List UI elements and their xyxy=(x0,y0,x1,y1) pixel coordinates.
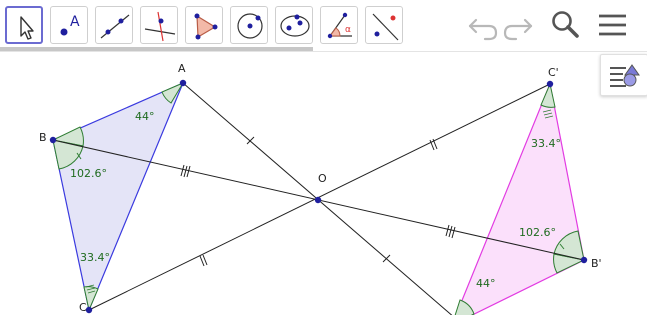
style-bar-icon xyxy=(610,64,640,87)
undo-button[interactable] xyxy=(463,6,501,44)
redo-button[interactable] xyxy=(500,6,538,44)
angle-label-c-image: 33.4° xyxy=(531,137,561,150)
point-o-label: O xyxy=(318,172,327,185)
undo-icon xyxy=(468,18,498,41)
polygon-tool-button[interactable] xyxy=(185,6,223,44)
angle-tool-icon: α xyxy=(327,12,352,39)
conic-tool-icon xyxy=(280,14,310,37)
angle-label-b: 102.6° xyxy=(70,167,107,180)
search-button[interactable] xyxy=(547,6,585,44)
point-c[interactable] xyxy=(85,306,93,314)
angle-label-a-image: 44° xyxy=(476,277,496,290)
redo-icon xyxy=(503,18,533,41)
circle-tool-icon xyxy=(237,13,263,39)
reflect-tool-button[interactable] xyxy=(365,6,403,44)
point-b[interactable] xyxy=(49,136,57,144)
toolbar: A α xyxy=(0,0,647,51)
point-tool-button[interactable]: A xyxy=(50,6,88,44)
menu-button[interactable] xyxy=(594,6,632,44)
menu-icon xyxy=(599,14,626,36)
search-icon xyxy=(552,11,579,38)
angle-tool-glyph: α xyxy=(345,25,351,35)
conic-tool-button[interactable] xyxy=(275,6,313,44)
perpendicular-line-tool-icon xyxy=(144,11,176,42)
angle-label-c: 33.4° xyxy=(80,251,110,264)
point-a[interactable] xyxy=(179,79,187,87)
point-tool-icon: A xyxy=(60,14,80,36)
point-o[interactable] xyxy=(314,196,322,204)
point-b-image-label: B' xyxy=(591,257,602,270)
point-b-label: B xyxy=(39,131,47,144)
point-c-label: C xyxy=(79,301,87,314)
triangle-abc[interactable] xyxy=(52,81,185,313)
move-tool-button[interactable] xyxy=(5,6,43,44)
angle-label-a: 44° xyxy=(135,110,155,123)
triangle-abc-image[interactable] xyxy=(452,81,585,315)
point-a-label: A xyxy=(178,62,186,75)
circle-tool-button[interactable] xyxy=(230,6,268,44)
polygon-tool-icon xyxy=(194,13,218,40)
reflect-tool-icon xyxy=(372,13,399,41)
point-b-image[interactable] xyxy=(580,256,588,264)
graphics-view[interactable]: A B C O C' B' 44° 102.6° 33.4° 33.4° 102… xyxy=(0,52,647,315)
angle-label-b-image: 102.6° xyxy=(519,226,556,239)
point-c-image[interactable] xyxy=(546,80,554,88)
point-a-image-label: C' xyxy=(548,66,559,79)
line-tool-icon xyxy=(100,14,130,39)
line-tool-button[interactable] xyxy=(95,6,133,44)
move-tool-icon xyxy=(20,16,34,40)
style-bar-button[interactable] xyxy=(600,54,647,96)
angle-tool-button[interactable]: α xyxy=(320,6,358,44)
perpendicular-line-tool-button[interactable] xyxy=(140,6,178,44)
point-tool-glyph: A xyxy=(70,14,80,30)
